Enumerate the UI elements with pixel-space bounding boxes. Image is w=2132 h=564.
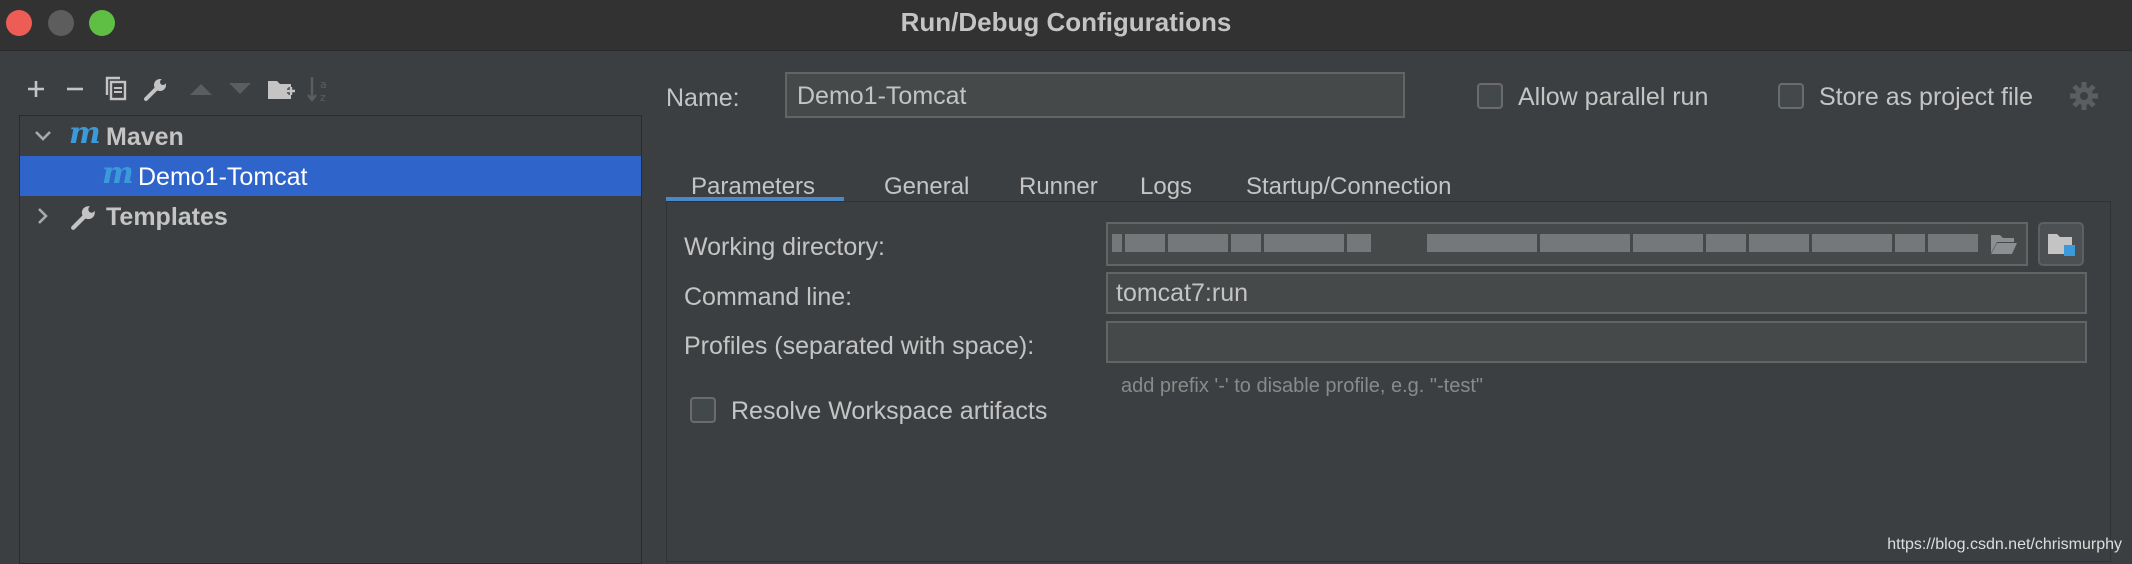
name-input[interactable]: Demo1-Tomcat: [785, 72, 1405, 118]
move-down-icon: [229, 83, 251, 94]
profiles-hint: add prefix '-' to disable profile, e.g. …: [1121, 375, 1484, 397]
gear-icon[interactable]: [2069, 81, 2099, 111]
chevron-right-icon[interactable]: [31, 204, 55, 228]
resolve-workspace-artifacts-label[interactable]: Resolve Workspace artifacts: [731, 397, 1047, 426]
configurations-tree[interactable]: m Maven m Demo1-Tomcat Templates: [19, 115, 642, 564]
remove-configuration-button[interactable]: [57, 71, 93, 107]
store-as-project-file-label[interactable]: Store as project file: [1819, 83, 2033, 112]
watermark: https://blog.csdn.net/chrismurphy: [1887, 536, 2122, 553]
working-directory-input[interactable]: [1106, 222, 2028, 266]
svg-text:z: z: [320, 91, 326, 103]
open-folder-icon[interactable]: [1990, 233, 2018, 255]
sort-alpha-icon: az: [307, 77, 327, 103]
remove-icon: [67, 87, 83, 91]
tab-general[interactable]: General: [884, 149, 969, 201]
new-folder-icon: [268, 81, 295, 99]
new-folder-button[interactable]: [263, 71, 299, 107]
tree-item-label: Demo1-Tomcat: [138, 163, 308, 191]
allow-parallel-run-label[interactable]: Allow parallel run: [1518, 83, 1708, 112]
copy-configuration-button[interactable]: [98, 71, 134, 107]
working-directory-label: Working directory:: [684, 233, 885, 261]
tree-item-label: Templates: [106, 203, 228, 231]
wrench-icon: [71, 206, 95, 230]
browse-working-directory-button[interactable]: [2038, 222, 2084, 266]
wrench-icon: [144, 79, 166, 101]
maven-icon: m: [69, 116, 101, 151]
configuration-editor: Name: Demo1-Tomcat Allow parallel run St…: [654, 51, 2132, 562]
profiles-input[interactable]: [1106, 321, 2087, 363]
folder-icon: [2048, 234, 2075, 256]
store-as-project-file-checkbox[interactable]: [1778, 83, 1804, 109]
command-line-input[interactable]: tomcat7:run: [1106, 272, 2087, 314]
sort-configurations-button[interactable]: az: [302, 71, 338, 107]
move-up-icon: [190, 84, 212, 95]
configurations-panel: az m Maven m Demo1-Tomcat Templates: [0, 51, 654, 564]
resolve-workspace-artifacts-checkbox[interactable]: [690, 397, 716, 423]
copy-icon: [105, 76, 127, 101]
tab-parameters[interactable]: Parameters: [691, 149, 815, 201]
move-down-button[interactable]: [222, 71, 258, 107]
tab-startup-connection[interactable]: Startup/Connection: [1246, 149, 1451, 201]
tree-item-label: Maven: [106, 123, 184, 151]
allow-parallel-run-checkbox[interactable]: [1477, 83, 1503, 109]
name-label: Name:: [666, 84, 740, 112]
edit-templates-button[interactable]: [138, 71, 174, 107]
add-icon: [28, 81, 44, 97]
redacted-path: [1112, 234, 1978, 252]
tree-item-templates[interactable]: Templates: [20, 196, 641, 236]
tree-item-demo1-tomcat[interactable]: m Demo1-Tomcat: [20, 156, 641, 196]
profiles-label: Profiles (separated with space):: [684, 332, 1035, 360]
tree-item-maven[interactable]: m Maven: [20, 116, 641, 156]
chevron-down-icon[interactable]: [31, 124, 55, 148]
maven-icon: m: [102, 156, 134, 191]
add-configuration-button[interactable]: [18, 71, 54, 107]
window-title: Run/Debug Configurations: [900, 7, 1232, 37]
svg-text:a: a: [320, 78, 327, 91]
move-up-button[interactable]: [183, 71, 219, 107]
tab-runner[interactable]: Runner: [1019, 149, 1098, 201]
command-line-label: Command line:: [684, 283, 853, 311]
tab-logs[interactable]: Logs: [1140, 149, 1192, 201]
title-bar: Run/Debug Configurations: [0, 0, 2132, 51]
